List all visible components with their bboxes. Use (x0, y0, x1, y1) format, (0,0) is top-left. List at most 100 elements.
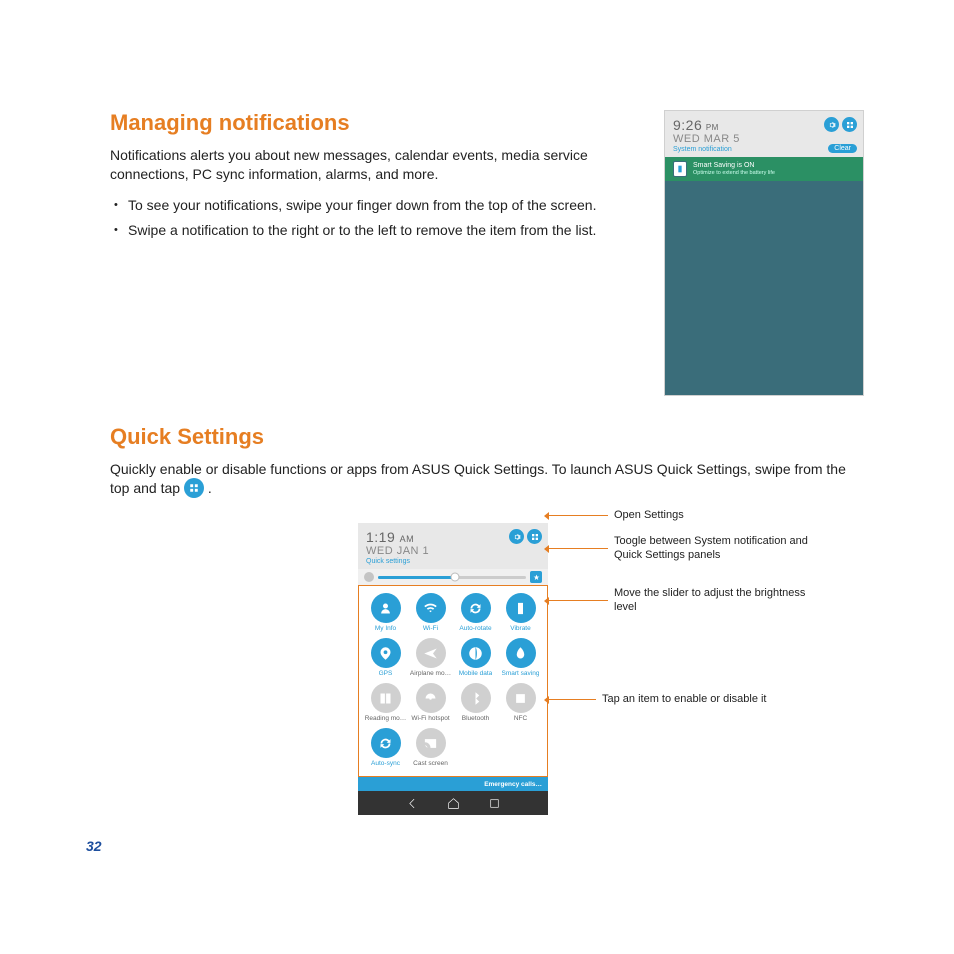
callout-tap-item: Tap an item to enable or disable it (548, 693, 767, 705)
brightness-slider[interactable] (378, 576, 526, 579)
callout-label: Toogle between System notification and Q… (608, 535, 818, 563)
clear-button[interactable]: Clear (828, 144, 857, 153)
gear-icon[interactable] (509, 529, 524, 544)
quick-setting-tile[interactable]: Bluetooth (453, 680, 498, 725)
tile-label: Wi-Fi hotspot (411, 715, 449, 722)
auto-brightness-icon[interactable] (530, 571, 542, 583)
callout-toggle-panels: Toogle between System notification and Q… (548, 535, 818, 563)
quick-setting-tile[interactable]: NFC (498, 680, 543, 725)
grid-icon[interactable] (527, 529, 542, 544)
callout-line (548, 600, 608, 601)
notif-row-title: Smart Saving is ON (693, 162, 775, 170)
notif-panel-date: WED MAR 5 (673, 133, 855, 145)
tile-label: Vibrate (510, 625, 530, 632)
tile-icon (371, 683, 401, 713)
tile-label: Auto-rotate (459, 625, 491, 632)
tile-icon (416, 638, 446, 668)
tile-icon (371, 593, 401, 623)
callout-label: Open Settings (608, 509, 684, 521)
notif-bullet-list: To see your notifications, swipe your fi… (110, 196, 656, 240)
tile-icon (371, 728, 401, 758)
notif-panel-header: 9:26 PM WED MAR 5 System notification Cl… (665, 111, 863, 157)
quick-setting-tile[interactable]: Mobile data (453, 635, 498, 680)
tile-label: Auto-sync (371, 760, 400, 767)
quick-setting-tile[interactable]: My Info (363, 590, 408, 635)
quick-settings-panel-mock: 1:19 AM WED JAN 1 Quick settings (358, 523, 548, 815)
battery-icon (673, 161, 687, 177)
tile-icon (506, 683, 536, 713)
home-icon[interactable] (447, 797, 460, 810)
quick-setting-tile[interactable]: Airplane mo… (408, 635, 453, 680)
callout-column: Open Settings Toogle between System noti… (548, 523, 864, 815)
grid-icon (184, 478, 204, 498)
status-text: Emergency calls… (484, 781, 542, 788)
tile-label: NFC (514, 715, 527, 722)
grid-icon[interactable] (842, 117, 857, 132)
heading-managing-notifications: Managing notifications (110, 110, 656, 136)
notif-intro-paragraph: Notifications alerts you about new messa… (110, 146, 656, 184)
tile-icon (461, 593, 491, 623)
callout-label: Tap an item to enable or disable it (596, 693, 767, 705)
gear-icon[interactable] (824, 117, 839, 132)
notif-row-subtitle: Optimize to extend the battery life (693, 170, 775, 176)
notif-row-text: Smart Saving is ON Optimize to extend th… (693, 162, 775, 176)
quick-setting-tile[interactable]: GPS (363, 635, 408, 680)
nav-bar (358, 791, 548, 815)
notification-panel-mock: 9:26 PM WED MAR 5 System notification Cl… (664, 110, 864, 396)
quick-setting-tile[interactable]: Auto-sync (363, 725, 408, 770)
tile-icon (416, 728, 446, 758)
tile-icon (416, 593, 446, 623)
quick-setting-tile[interactable]: Smart saving (498, 635, 543, 680)
tile-label: Mobile data (459, 670, 493, 677)
figure-left-spacer (110, 523, 358, 815)
callout-line (548, 548, 608, 549)
qs-panel-label: Quick settings (366, 558, 540, 565)
quick-settings-tiles-grid: My Info Wi-Fi Auto-rotate Vibrate GPS Airplan… (358, 585, 548, 777)
quick-setting-tile[interactable]: Reading mo… (363, 680, 408, 725)
quick-intro-post: . (208, 480, 212, 496)
qs-header: 1:19 AM WED JAN 1 Quick settings (358, 523, 548, 569)
brightness-low-icon (364, 572, 374, 582)
notif-row-smart-saving[interactable]: Smart Saving is ON Optimize to extend th… (665, 157, 863, 181)
tile-icon (416, 683, 446, 713)
tile-icon (461, 638, 491, 668)
quick-intro-pre: Quickly enable or disable functions or a… (110, 461, 846, 496)
callout-line (548, 515, 608, 516)
status-bar: Emergency calls… (358, 777, 548, 791)
back-icon[interactable] (406, 797, 419, 810)
bullet-item: To see your notifications, swipe your fi… (128, 196, 656, 215)
time-suffix: PM (706, 123, 719, 132)
tile-icon (506, 593, 536, 623)
brightness-slider-thumb[interactable] (450, 573, 459, 582)
tile-label: Smart saving (502, 670, 540, 677)
tile-label: Bluetooth (462, 715, 489, 722)
quick-setting-tile[interactable]: Auto-rotate (453, 590, 498, 635)
recent-apps-icon[interactable] (488, 797, 501, 810)
tile-label: My Info (375, 625, 396, 632)
qs-top-icons (509, 529, 542, 544)
callout-brightness: Move the slider to adjust the brightness… (548, 587, 818, 615)
quick-setting-tile[interactable]: Cast screen (408, 725, 453, 770)
section-quick-settings: Quick Settings Quickly enable or disable… (110, 424, 864, 815)
tile-icon (506, 638, 536, 668)
time-value: 9:26 (673, 117, 702, 133)
quick-setting-tile[interactable]: Wi-Fi (408, 590, 453, 635)
quick-setting-tile[interactable]: Wi-Fi hotspot (408, 680, 453, 725)
quick-setting-tile[interactable]: Vibrate (498, 590, 543, 635)
callout-line (548, 699, 596, 700)
tile-label: GPS (379, 670, 393, 677)
time-suffix: AM (400, 534, 415, 544)
tile-icon (461, 683, 491, 713)
brightness-slider-fill (378, 576, 455, 579)
callout-open-settings: Open Settings (548, 509, 684, 521)
section-managing-notifications: Managing notifications Notifications ale… (110, 110, 864, 396)
time-value: 1:19 (366, 529, 395, 545)
quick-intro-paragraph: Quickly enable or disable functions or a… (110, 460, 864, 499)
qs-date: WED JAN 1 (366, 545, 540, 557)
bullet-item: Swipe a notification to the right or to … (128, 221, 656, 240)
quick-settings-figure: 1:19 AM WED JAN 1 Quick settings (110, 523, 864, 815)
tile-icon (371, 638, 401, 668)
tile-label: Cast screen (413, 760, 448, 767)
text-column: Managing notifications Notifications ale… (110, 110, 656, 246)
heading-quick-settings: Quick Settings (110, 424, 864, 450)
